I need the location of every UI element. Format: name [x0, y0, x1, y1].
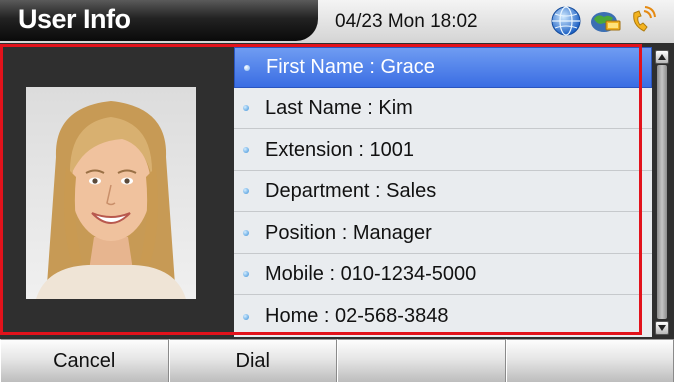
- contact-detail-panel: First Name : Grace Last Name : Kim Exten…: [0, 43, 674, 339]
- scroll-down-button[interactable]: [655, 321, 669, 335]
- chevron-up-icon: [658, 54, 666, 60]
- bullet-icon: [243, 105, 249, 111]
- dial-button[interactable]: Dial: [168, 339, 337, 382]
- bullet-icon: [243, 230, 249, 236]
- softkey-bar: Cancel Dial: [0, 339, 674, 382]
- scrollbar[interactable]: [654, 47, 670, 337]
- scroll-track[interactable]: [657, 65, 667, 319]
- field-department[interactable]: Department : Sales: [234, 171, 652, 212]
- scroll-up-button[interactable]: [655, 50, 669, 64]
- globe-icon: [550, 5, 582, 39]
- contact-photo: [26, 87, 196, 299]
- datetime-display: 04/23 Mon 18:02: [335, 11, 478, 32]
- field-home[interactable]: Home : 02-568-3848: [234, 296, 652, 337]
- field-position[interactable]: Position : Manager: [234, 213, 652, 254]
- header-bar: User Info 04/23 Mon 18:02: [0, 0, 674, 43]
- field-label: First Name : Grace: [266, 56, 435, 78]
- bullet-icon: [243, 147, 249, 153]
- network-icon: [588, 5, 622, 39]
- contact-field-list: First Name : Grace Last Name : Kim Exten…: [234, 47, 652, 337]
- field-label: Position : Manager: [265, 221, 432, 244]
- cancel-button[interactable]: Cancel: [0, 339, 169, 382]
- title-tab: User Info: [0, 0, 318, 41]
- field-mobile[interactable]: Mobile : 010-1234-5000: [234, 254, 652, 295]
- softkey-4[interactable]: [505, 339, 674, 382]
- field-label: Home : 02-568-3848: [265, 305, 449, 327]
- field-label: Extension : 1001: [265, 138, 414, 161]
- field-label: Mobile : 010-1234-5000: [265, 262, 477, 285]
- photo-panel: [0, 43, 232, 339]
- status-icons: [550, 5, 658, 39]
- bullet-icon: [243, 313, 249, 320]
- field-first-name[interactable]: First Name : Grace: [234, 47, 652, 88]
- bullet-icon: [243, 188, 249, 194]
- bullet-icon: [244, 64, 250, 71]
- softkey-3[interactable]: [337, 339, 506, 382]
- field-last-name[interactable]: Last Name : Kim: [234, 88, 652, 129]
- chevron-down-icon: [658, 325, 666, 331]
- page-title: User Info: [18, 4, 131, 34]
- field-extension[interactable]: Extension : 1001: [234, 130, 652, 171]
- field-label: Last Name : Kim: [265, 96, 413, 119]
- phone-ring-icon: [628, 5, 658, 39]
- bullet-icon: [243, 271, 249, 277]
- field-label: Department : Sales: [265, 179, 437, 202]
